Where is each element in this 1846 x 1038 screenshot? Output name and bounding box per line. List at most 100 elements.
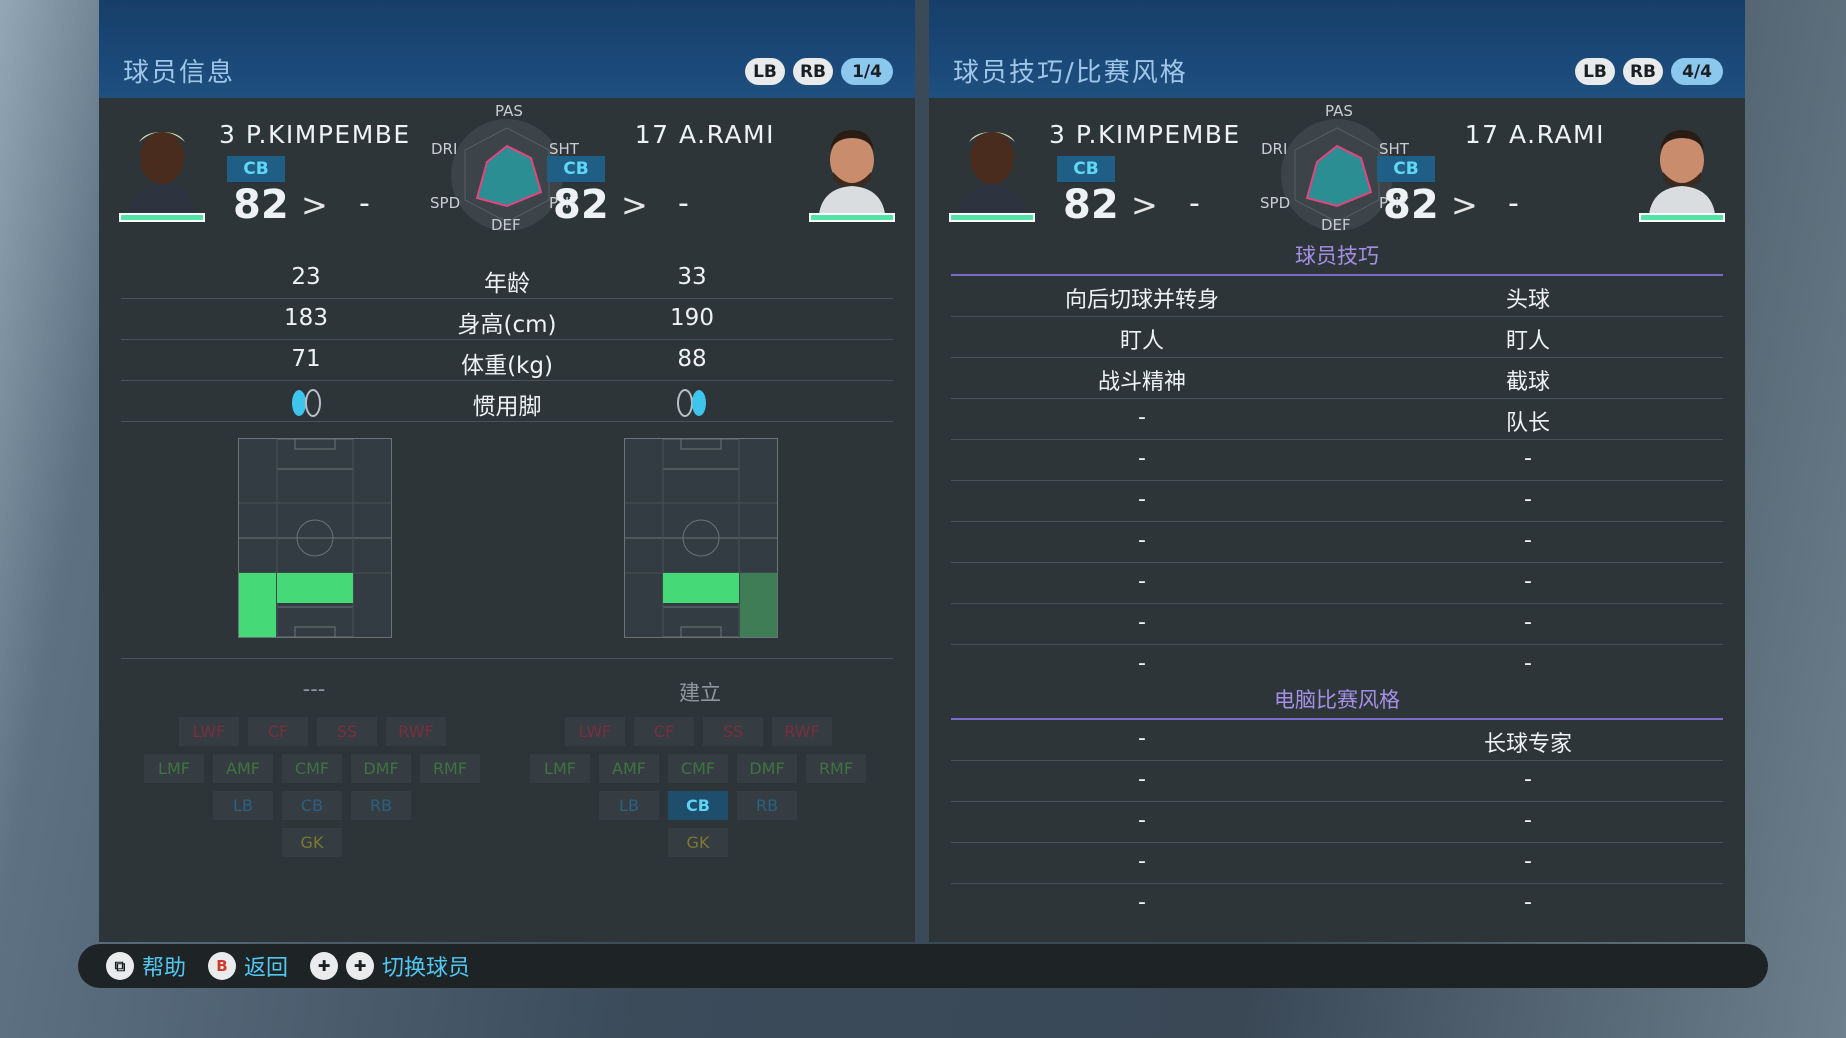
back-hint[interactable]: B 返回 [208,950,288,982]
zone-lb [239,573,276,637]
overall-rating: 82 [553,182,609,228]
lb-button[interactable]: LB [1575,58,1615,85]
stat-value-right: 33 [677,264,707,290]
radar-label-dri: DRI [1261,140,1288,158]
b-button-icon: B [208,952,236,980]
ai-style-right: - [1524,767,1532,792]
position-grid-right: LWF CF SS RWF LMF AMF CMF DMF RMF LB CB … [530,717,870,865]
skill-right: - [1524,569,1532,594]
player-rating-bar [809,213,895,222]
stat-label: 身高(cm) [457,312,557,338]
chevron-right-icon: > [1131,186,1158,224]
player-name: 3 P.KIMPEMBE [1049,120,1241,149]
pos-lmf: LMF [530,754,590,783]
switch-player-hint[interactable]: ✚ ✚ 切换球员 [310,950,470,982]
page-indicator: 4/4 [1671,58,1723,85]
ai-style-right: - [1524,890,1532,915]
player-face-kimpembe [949,124,1035,222]
header-chips: LB RB 1/4 [745,58,893,85]
ai-style-left: - [1138,808,1146,833]
skill-row: -- [951,604,1723,645]
ai-style-row: -- [951,761,1723,802]
stat-label: 年龄 [484,271,530,297]
stats-table: 23 年龄 33 183 身高(cm) 190 71 体重(kg) 88 惯用脚 [121,258,893,422]
pos-rmf: RMF [420,754,480,783]
pos-lwf: LWF [179,717,239,746]
stat-row-age: 23 年龄 33 [121,258,893,299]
dpad-icon: ✚ [310,952,338,980]
skill-left: - [1138,651,1146,676]
player-face-rami [1639,124,1725,222]
position-badge: CB [1377,156,1435,182]
skill-row: -- [951,645,1723,685]
position-badge: CB [227,156,285,182]
skill-right: - [1524,487,1532,512]
ai-style-left: - [1138,767,1146,792]
pos-gk: GK [668,828,728,857]
pos-cmf: CMF [668,754,728,783]
ai-style-left: - [1138,849,1146,874]
radar-label-spd: SPD [430,194,461,212]
skill-right: - [1524,446,1532,471]
pos-row-df: LB CB RB [144,791,484,828]
position-badge: CB [1057,156,1115,182]
player-rating-bar [949,213,1035,222]
stat-value-right: 190 [670,305,714,331]
player-rating-bar [119,213,205,222]
ai-style-section-title: 电脑比赛风格 [1274,688,1400,712]
pos-row-fw: LWF CF SS RWF [530,717,870,754]
overall-rating: 82 [1063,182,1119,228]
rating-change: - [678,186,689,221]
pos-row-df: LB CB RB [530,791,870,828]
ai-style-right: - [1524,849,1532,874]
stat-value-right: 88 [677,346,707,372]
radar-label-def: DEF [1321,216,1351,234]
lb-button[interactable]: LB [745,58,785,85]
ai-style-left: - [1138,890,1146,915]
skill-left: - [1138,528,1146,553]
skills-list: 向后切球并转身 头球 盯人 盯人 战斗精神 截球 - 队长 -- -- -- -- --… [951,276,1723,685]
page-indicator: 1/4 [841,58,893,85]
skill-right: - [1524,610,1532,635]
ai-style-right: - [1524,808,1532,833]
pos-dmf: DMF [737,754,797,783]
player-name: 3 P.KIMPEMBE [219,120,411,149]
zone-cb [663,573,739,603]
pos-rb: RB [351,791,411,820]
player-skills-panel: 球员技巧/比赛风格 LB RB 4/4 3 P.KIMPEMBE CB 82 >… [929,0,1745,942]
skill-right: 队长 [1505,411,1550,436]
help-hint[interactable]: ⧉ 帮助 [106,950,186,982]
pos-cf: CF [634,717,694,746]
switch-player-label: 切换球员 [382,956,471,981]
pos-row-gk: GK [144,828,484,865]
pos-lb: LB [599,791,659,820]
player-name: 17 A.RAMI [634,120,775,149]
pos-lmf: LMF [144,754,204,783]
radar-label-spd: SPD [1260,194,1291,212]
rating-change: - [359,186,370,221]
stat-row-weight: 71 体重(kg) 88 [121,340,893,381]
skill-right: 头球 [1505,288,1550,313]
skills-section-title: 球员技巧 [1295,244,1379,268]
rb-button[interactable]: RB [1623,58,1663,85]
stat-value-left: 71 [291,346,321,372]
ai-style-row: - 长球专家 [951,720,1723,761]
panel-title: 球员技巧/比赛风格 [953,58,1188,88]
skill-right: - [1524,528,1532,553]
panel-title: 球员信息 [123,58,236,88]
rb-button[interactable]: RB [793,58,833,85]
radar-label-pas: PAS [1325,102,1353,120]
skill-left: 盯人 [1119,329,1164,354]
pos-amf: AMF [599,754,659,783]
skill-left: - [1138,569,1146,594]
stat-label: 惯用脚 [472,394,542,420]
chevron-right-icon: > [1451,186,1478,224]
stat-row-height: 183 身高(cm) 190 [121,299,893,340]
pos-rb: RB [737,791,797,820]
pos-lwf: LWF [565,717,625,746]
skill-row: -- [951,440,1723,481]
radar-label-pas: PAS [495,102,523,120]
position-map-right [624,438,778,638]
pos-ss: SS [703,717,763,746]
position-map-left [238,438,392,638]
